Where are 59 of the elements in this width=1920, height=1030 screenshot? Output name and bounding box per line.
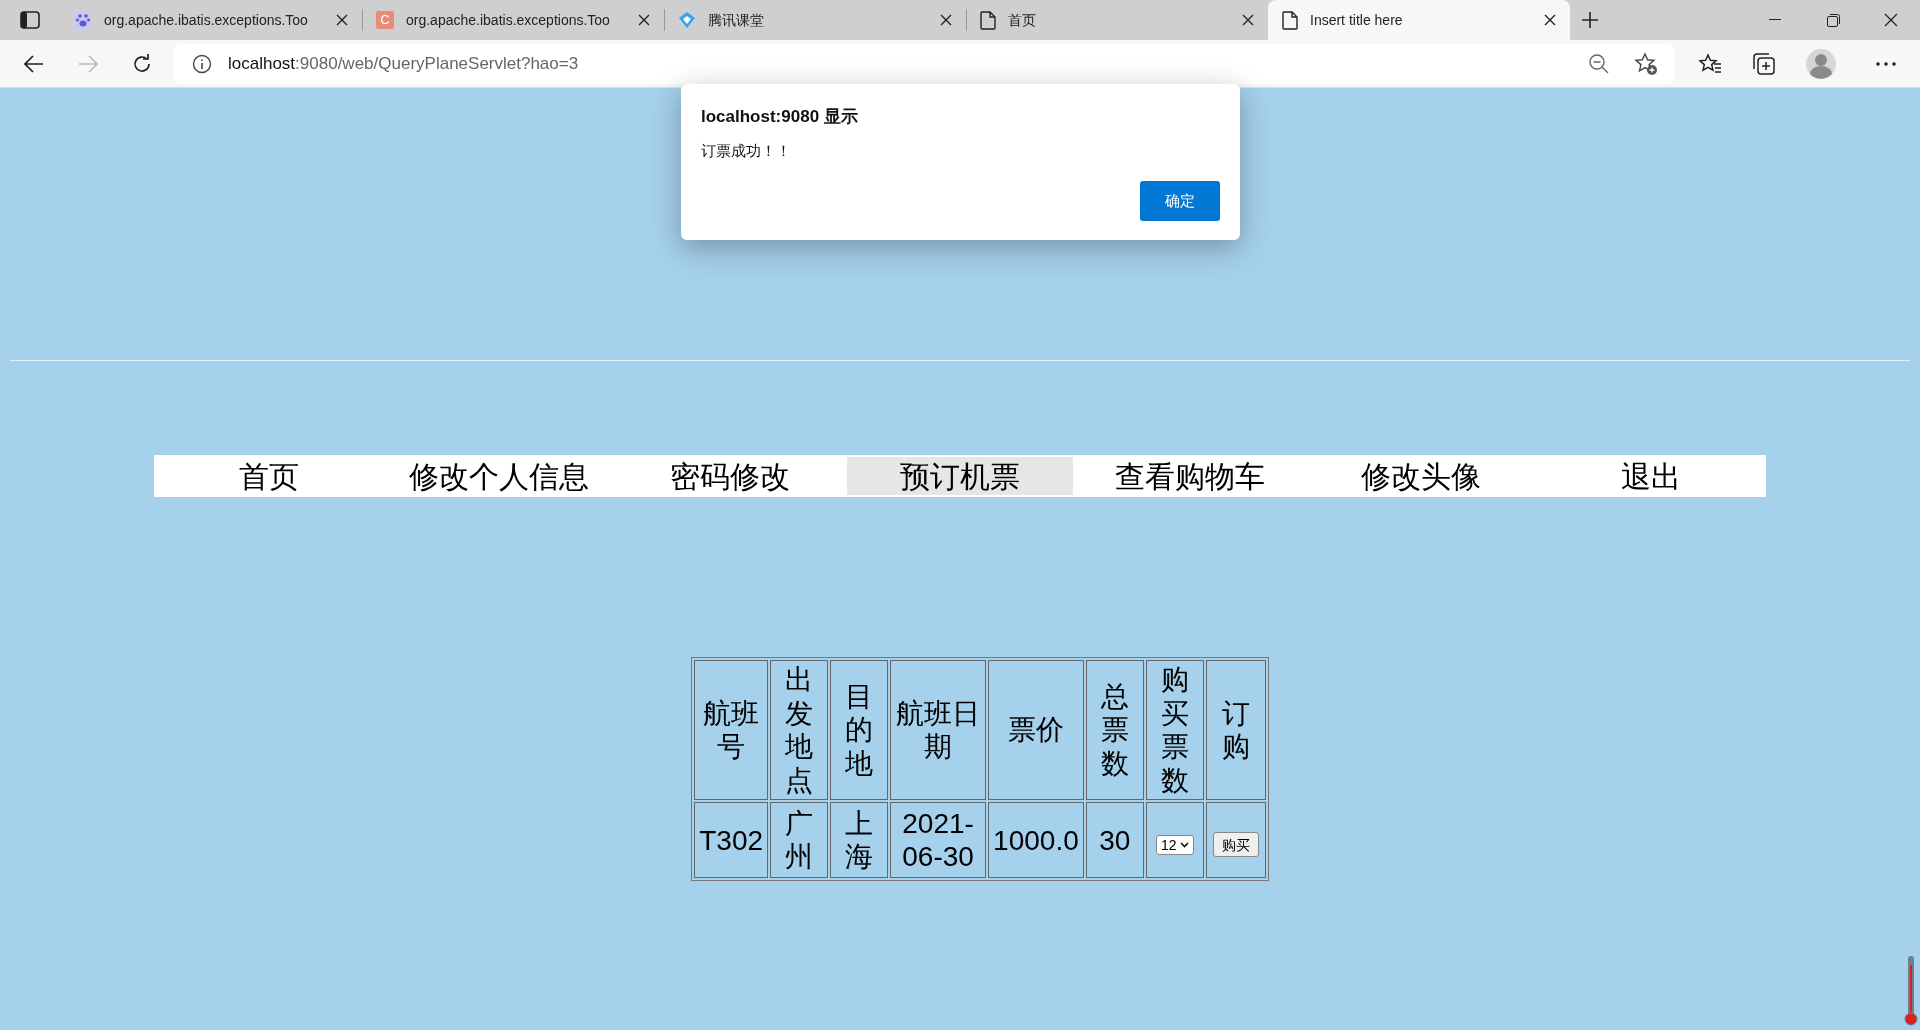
browser-tab[interactable]: Insert title here: [1268, 0, 1570, 40]
tab-actions-icon[interactable]: [20, 11, 40, 29]
tab-title: org.apache.ibatis.exceptions.Too: [406, 10, 611, 30]
nav-link[interactable]: 预订机票: [846, 457, 1074, 495]
table-cell: 30: [1085, 802, 1144, 879]
thermometer-icon: [1903, 955, 1919, 1027]
table-cell: 2021-06-30: [890, 802, 987, 879]
info-icon: [192, 53, 212, 74]
table-cell: 1000.0: [988, 802, 1084, 879]
diamond-logo-icon: [678, 11, 696, 29]
zoom-out-icon[interactable]: [1588, 52, 1610, 75]
column-header: 票价: [988, 660, 1084, 801]
reload-icon: [131, 52, 153, 75]
plus-icon: [1581, 11, 1599, 29]
tab-title: Insert title here: [1310, 10, 1404, 30]
close-tab-icon[interactable]: [1544, 14, 1556, 26]
browser-tab[interactable]: org.apache.ibatis.exceptions.Too: [60, 3, 362, 37]
address-bar[interactable]: localhost:9080/web/QueryPlaneServlet?hao=3: [174, 43, 1674, 84]
page-icon: [980, 10, 996, 30]
forward-arrow-icon: [78, 54, 98, 73]
tab-title: 首页: [1008, 10, 1037, 30]
dialog-message: 订票成功！！: [701, 141, 791, 161]
browser-tab[interactable]: C org.apache.ibatis.exceptions.Too: [362, 3, 664, 37]
tab-title: org.apache.ibatis.exceptions.Too: [104, 10, 309, 30]
close-tab-icon[interactable]: [336, 14, 348, 26]
browser-tab[interactable]: 腾讯课堂: [664, 3, 966, 37]
column-header: 目的地: [830, 660, 889, 801]
minimize-icon: [1769, 19, 1781, 21]
close-icon: [1884, 13, 1898, 27]
column-header: 购买票数: [1145, 660, 1204, 801]
letter-logo-icon: C: [376, 11, 394, 29]
profile-avatar-icon[interactable]: [1806, 48, 1836, 79]
table-cell: T302: [694, 802, 769, 879]
close-tab-icon[interactable]: [940, 14, 952, 26]
restore-icon: [1826, 13, 1840, 27]
close-tab-icon[interactable]: [1242, 14, 1254, 26]
back-arrow-icon: [24, 54, 44, 73]
column-header: 订购: [1205, 660, 1266, 801]
favorites-icon[interactable]: [1698, 52, 1722, 75]
dialog-title: localhost:9080 显示: [701, 106, 858, 128]
more-icon[interactable]: [1876, 61, 1896, 66]
column-header: 航班号: [694, 660, 769, 801]
add-favorite-icon[interactable]: [1634, 51, 1658, 76]
tab-title: 腾讯课堂: [708, 10, 765, 30]
table-cell: 广州: [770, 802, 829, 879]
paw-icon: [74, 11, 92, 29]
url-text: localhost:9080/web/QueryPlaneServlet?hao=3: [228, 52, 579, 75]
column-header: 总票数: [1085, 660, 1144, 801]
column-header: 航班日期: [890, 660, 987, 801]
ok-button[interactable]: 确定: [1140, 181, 1220, 221]
collections-icon[interactable]: [1752, 51, 1776, 76]
browser-tab[interactable]: 首页: [966, 3, 1268, 37]
chevron-down-icon: [1179, 841, 1189, 848]
buy-button[interactable]: 购买: [1212, 832, 1259, 858]
quantity-select[interactable]: 12: [1155, 834, 1194, 855]
table-cell: 上海: [830, 802, 889, 879]
close-tab-icon[interactable]: [638, 14, 650, 26]
column-header: 出发地点: [770, 660, 829, 801]
page-icon: [1282, 10, 1298, 30]
